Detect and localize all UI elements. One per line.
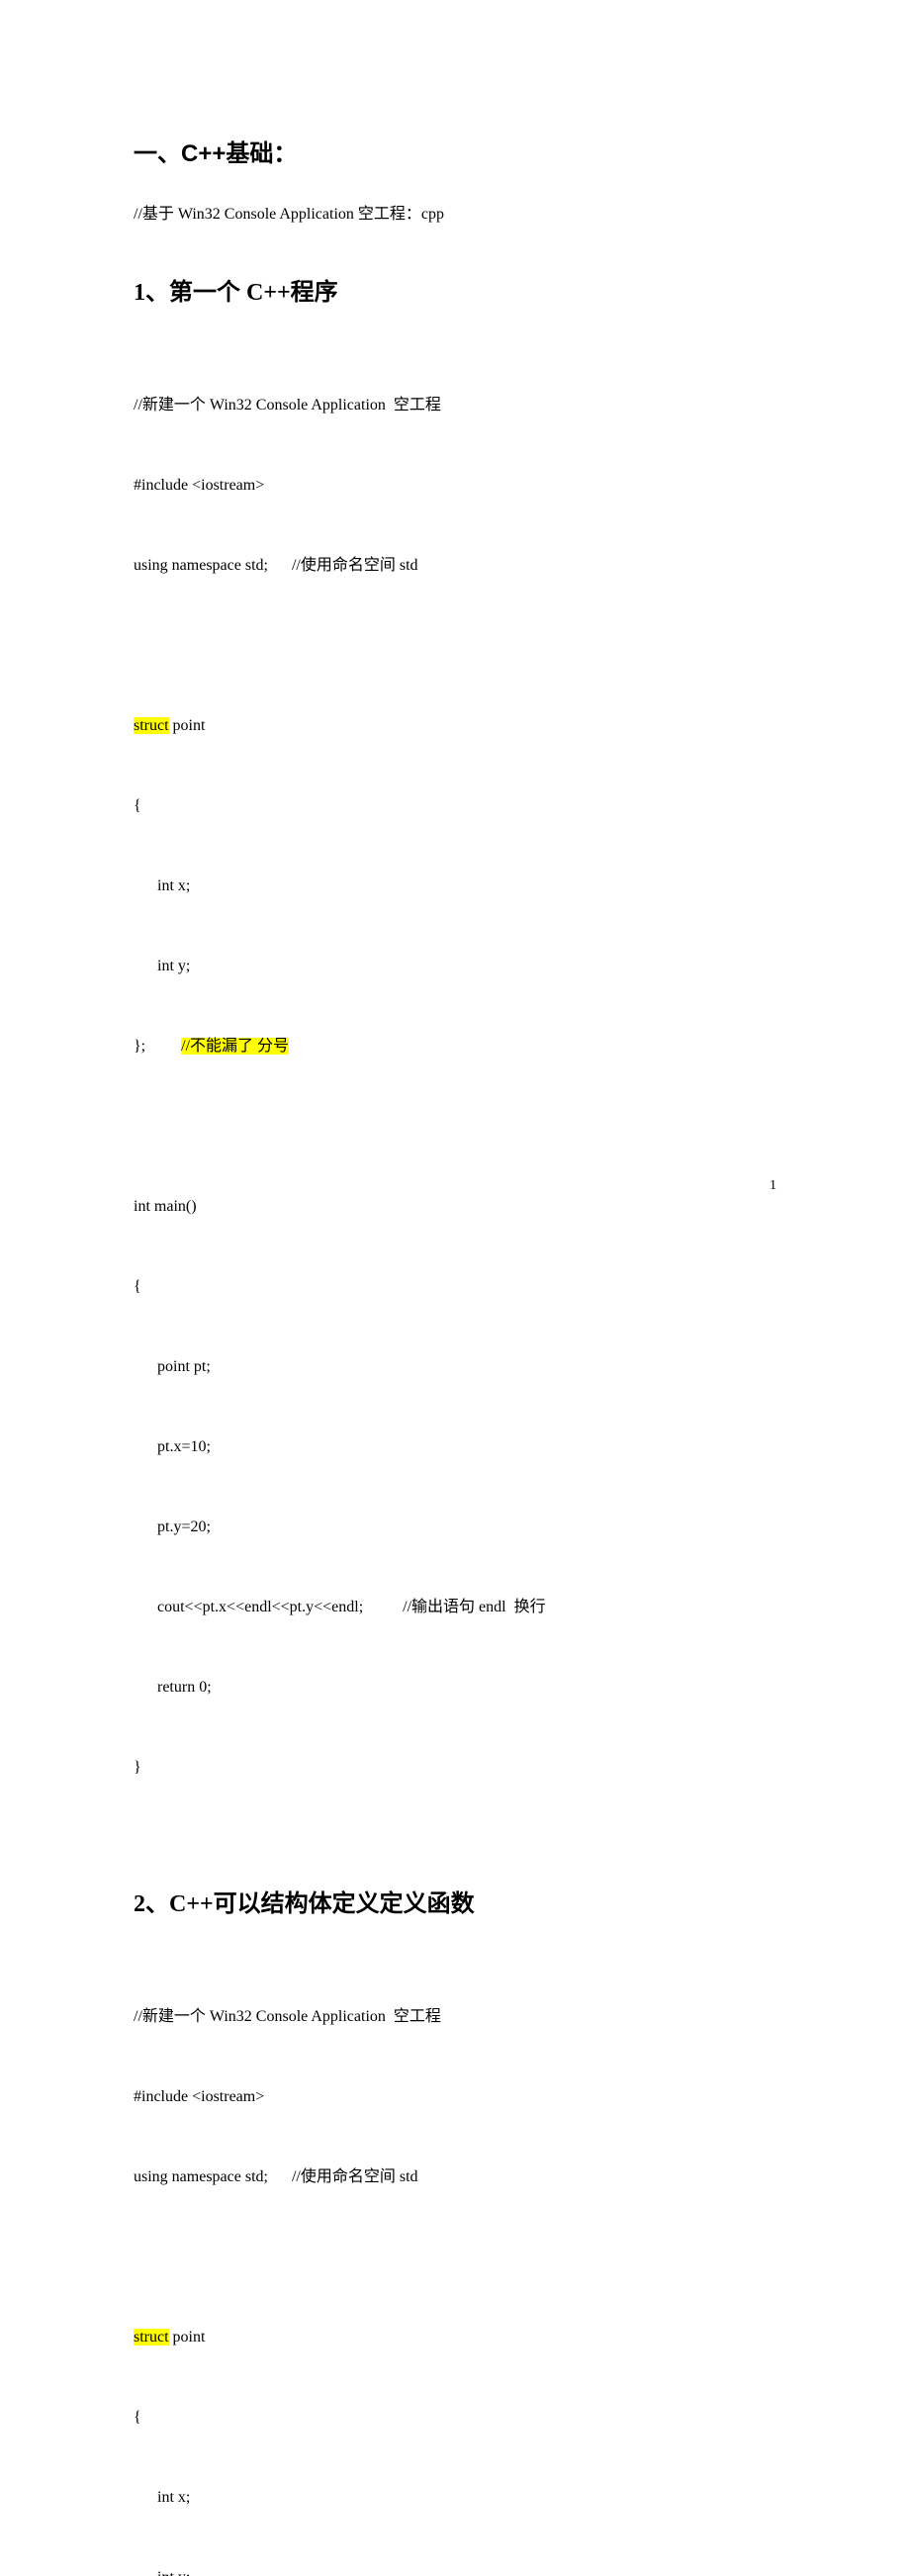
code-line: { xyxy=(134,2404,781,2431)
code-line: pt.x=10; xyxy=(134,1433,781,1460)
code-line: int main() xyxy=(134,1193,781,1220)
code-text: point xyxy=(169,2329,206,2346)
code-line: int x; xyxy=(134,2484,781,2511)
code-blank-line xyxy=(134,1113,781,1140)
document-page: 一、C++基础： //基于 Win32 Console Application … xyxy=(0,0,910,1288)
code-line: pt.y=20; xyxy=(134,1514,781,1540)
code-line: { xyxy=(134,1273,781,1300)
code-line: //新建一个 Win32 Console Application 空工程 xyxy=(134,2003,781,2030)
code-blank-line xyxy=(134,2244,781,2270)
intro-line: //基于 Win32 Console Application 空工程：cpp xyxy=(134,201,781,228)
code-line: //新建一个 Win32 Console Application 空工程 xyxy=(134,392,781,418)
code-line: }; //不能漏了 分号 xyxy=(134,1033,781,1059)
code-line: #include <iostream> xyxy=(134,472,781,499)
code-line: using namespace std; //使用命名空间 std xyxy=(134,552,781,579)
highlight-struct: struct xyxy=(134,2329,169,2346)
code-text: }; xyxy=(134,1038,181,1055)
code-block-2: //新建一个 Win32 Console Application 空工程 #in… xyxy=(134,1950,781,2576)
code-line: struct point xyxy=(134,712,781,739)
code-line: } xyxy=(134,1754,781,1781)
code-line: int x; xyxy=(134,873,781,899)
code-line: { xyxy=(134,792,781,819)
heading-2-section2: 2、C++可以结构体定义定义函数 xyxy=(134,1884,781,1918)
highlight-struct: struct xyxy=(134,717,169,734)
code-text: point xyxy=(169,717,206,734)
code-line: point pt; xyxy=(134,1353,781,1380)
heading-1: 一、C++基础： xyxy=(134,134,781,168)
heading-2-section1: 1、第一个 C++程序 xyxy=(134,272,781,307)
page-number: 1 xyxy=(770,1178,776,1194)
code-line: return 0; xyxy=(134,1674,781,1701)
code-block-1: //新建一个 Win32 Console Application 空工程 #in… xyxy=(134,338,781,1834)
highlight-comment: //不能漏了 分号 xyxy=(181,1038,289,1055)
code-line: using namespace std; //使用命名空间 std xyxy=(134,2163,781,2190)
code-line: int y; xyxy=(134,2564,781,2576)
code-line: cout<<pt.x<<endl<<pt.y<<endl; //输出语句 end… xyxy=(134,1594,781,1620)
heading-1-main: C++基础： xyxy=(181,140,297,167)
code-line: struct point xyxy=(134,2324,781,2350)
heading-1-prefix: 一、 xyxy=(134,140,181,167)
code-blank-line xyxy=(134,632,781,659)
code-line: int y; xyxy=(134,953,781,979)
code-line: #include <iostream> xyxy=(134,2083,781,2110)
